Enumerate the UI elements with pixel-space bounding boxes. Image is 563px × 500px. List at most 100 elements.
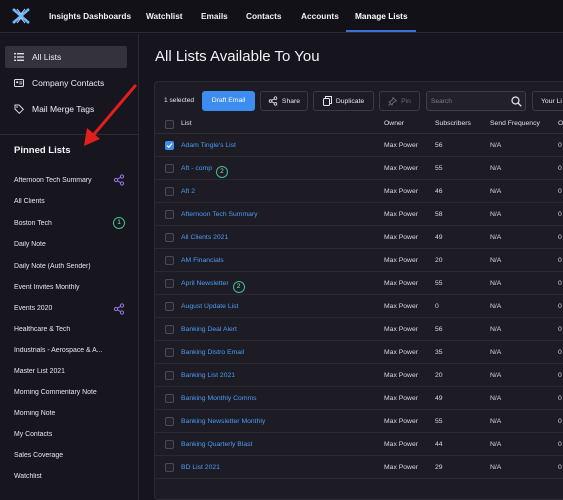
- owner-cell: Max Power: [384, 418, 418, 425]
- list-name-link[interactable]: Banking Quarterly Blast: [181, 441, 252, 448]
- pinned-list-item[interactable]: My Contacts: [14, 431, 110, 438]
- select-all-checkbox[interactable]: [165, 120, 174, 129]
- annotation-arrow-icon: [84, 84, 137, 146]
- row-checkbox[interactable]: [165, 210, 174, 219]
- row-checkbox[interactable]: [165, 417, 174, 426]
- nav-watchlist[interactable]: Watchlist: [146, 0, 183, 33]
- table-row[interactable]: Banking Monthly Comms Max Power 49 N/A 0: [155, 387, 563, 410]
- table-row[interactable]: Afternoon Tech Summary Max Power 58 N/A …: [155, 203, 563, 226]
- row-checkbox[interactable]: [165, 371, 174, 380]
- row-checkbox[interactable]: [165, 325, 174, 334]
- pinned-list-item[interactable]: Watchlist: [14, 473, 110, 480]
- list-name-link[interactable]: Banking Deal Alert: [181, 326, 237, 333]
- your-lists-dropdown[interactable]: Your Li: [532, 91, 563, 111]
- nav-emails[interactable]: Emails: [201, 0, 228, 33]
- search-input[interactable]: [431, 95, 509, 108]
- row-checkbox[interactable]: [165, 141, 174, 150]
- row-checkbox[interactable]: [165, 440, 174, 449]
- list-name-link[interactable]: Aft 2: [181, 188, 195, 195]
- pinned-list-item[interactable]: Healthcare & Tech: [14, 326, 110, 333]
- nav-insights-dashboards[interactable]: Insights Dashboards: [49, 0, 131, 33]
- count-badge: 2: [232, 281, 245, 293]
- table-row[interactable]: Banking Deal Alert Max Power 56 N/A 0: [155, 318, 563, 341]
- nav-manage-lists[interactable]: Manage Lists: [355, 0, 408, 33]
- row-checkbox[interactable]: [165, 279, 174, 288]
- active-nav-indicator: [346, 30, 416, 32]
- list-name-link[interactable]: Afternoon Tech Summary: [181, 211, 258, 218]
- pinned-list-item[interactable]: Boston Tech: [14, 220, 110, 227]
- pinned-list-item[interactable]: Daily Note (Auth Sender): [14, 263, 110, 270]
- other-cell: 0: [558, 165, 562, 172]
- row-checkbox[interactable]: [165, 302, 174, 311]
- table-row[interactable]: Aft - comp 2 Max Power 55 N/A 0: [155, 157, 563, 180]
- pinned-list-item[interactable]: Industrials - Aerospace & A...: [14, 347, 110, 354]
- other-cell: 0: [558, 418, 562, 425]
- owner-cell: Max Power: [384, 188, 418, 195]
- duplicate-button[interactable]: Duplicate: [313, 91, 374, 111]
- pin-button[interactable]: Pin: [379, 91, 420, 111]
- row-checkbox[interactable]: [165, 233, 174, 242]
- pinned-list-item[interactable]: Master List 2021: [14, 368, 110, 375]
- table-row[interactable]: April Newsletter 2 Max Power 55 N/A 0: [155, 272, 563, 295]
- table-row[interactable]: Banking Distro Email Max Power 35 N/A 0: [155, 341, 563, 364]
- table-row[interactable]: BD List 2021 Max Power 29 N/A 0: [155, 456, 563, 479]
- contact-card-icon: [14, 79, 24, 87]
- list-name-link[interactable]: August Update List: [181, 303, 238, 310]
- draft-email-button[interactable]: Draft Email: [202, 91, 255, 111]
- table-row[interactable]: Banking Newsletter Monthly Max Power 55 …: [155, 410, 563, 433]
- subscribers-cell: 35: [435, 349, 443, 356]
- table-row[interactable]: August Update List Max Power 0 N/A 0: [155, 295, 563, 318]
- column-header-send-frequency[interactable]: Send Frequency: [490, 120, 540, 127]
- pinned-list-item[interactable]: Daily Note: [14, 241, 110, 248]
- row-checkbox[interactable]: [165, 394, 174, 403]
- search-icon[interactable]: [511, 96, 522, 107]
- table-row[interactable]: Aft 2 Max Power 46 N/A 0: [155, 180, 563, 203]
- column-header-list[interactable]: List: [181, 120, 192, 127]
- frequency-cell: N/A: [490, 188, 502, 195]
- list-name-link[interactable]: Adam Tingle's List: [181, 142, 236, 149]
- pinned-list-item[interactable]: Event Invites Monthly: [14, 284, 110, 291]
- pinned-list-item[interactable]: Sales Coverage: [14, 452, 110, 459]
- list-name-link[interactable]: Banking List 2021: [181, 372, 235, 379]
- list-name-link[interactable]: All Clients 2021: [181, 234, 228, 241]
- pinned-list-item[interactable]: Morning Note: [14, 410, 110, 417]
- row-checkbox[interactable]: [165, 187, 174, 196]
- table-row[interactable]: Banking Quarterly Blast Max Power 44 N/A…: [155, 433, 563, 456]
- table-row[interactable]: AM Financials Max Power 20 N/A 0: [155, 249, 563, 272]
- frequency-cell: N/A: [490, 349, 502, 356]
- pinned-list-item[interactable]: Morning Commentary Note: [14, 389, 110, 396]
- subscribers-cell: 56: [435, 326, 443, 333]
- nav-contacts[interactable]: Contacts: [246, 0, 282, 33]
- table-row[interactable]: Adam Tingle's List Max Power 56 N/A 0: [155, 134, 563, 157]
- column-header-owner[interactable]: Owner: [384, 120, 404, 127]
- list-name-cell: April Newsletter 2: [181, 280, 245, 293]
- subscribers-cell: 44: [435, 441, 443, 448]
- owner-cell: Max Power: [384, 326, 418, 333]
- share-button[interactable]: Share: [260, 91, 308, 111]
- pinned-list-item[interactable]: Events 2020: [14, 305, 110, 312]
- table-row[interactable]: All Clients 2021 Max Power 49 N/A 0: [155, 226, 563, 249]
- row-checkbox[interactable]: [165, 463, 174, 472]
- subscribers-cell: 58: [435, 211, 443, 218]
- pinned-list-item[interactable]: All Clients: [14, 198, 110, 205]
- sidebar-item-all-lists[interactable]: All Lists: [5, 46, 127, 68]
- list-name-link[interactable]: April Newsletter: [181, 280, 229, 287]
- pinned-list-item[interactable]: Afternoon Tech Summary: [14, 177, 110, 184]
- app-logo-icon[interactable]: [12, 8, 30, 24]
- column-header-subscribers[interactable]: Subscribers: [435, 120, 471, 127]
- list-name-link[interactable]: Banking Newsletter Monthly: [181, 418, 265, 425]
- owner-cell: Max Power: [384, 441, 418, 448]
- list-name-link[interactable]: Banking Monthly Comms: [181, 395, 257, 402]
- frequency-cell: N/A: [490, 211, 502, 218]
- row-checkbox[interactable]: [165, 348, 174, 357]
- column-header-other[interactable]: O: [558, 120, 563, 127]
- list-name-link[interactable]: AM Financials: [181, 257, 224, 264]
- list-name-link[interactable]: BD List 2021: [181, 464, 220, 471]
- list-name-link[interactable]: Aft - comp: [181, 165, 212, 172]
- list-name-link[interactable]: Banking Distro Email: [181, 349, 244, 356]
- other-cell: 0: [558, 326, 562, 333]
- table-row[interactable]: Banking List 2021 Max Power 20 N/A 0: [155, 364, 563, 387]
- row-checkbox[interactable]: [165, 164, 174, 173]
- nav-accounts[interactable]: Accounts: [301, 0, 339, 33]
- row-checkbox[interactable]: [165, 256, 174, 265]
